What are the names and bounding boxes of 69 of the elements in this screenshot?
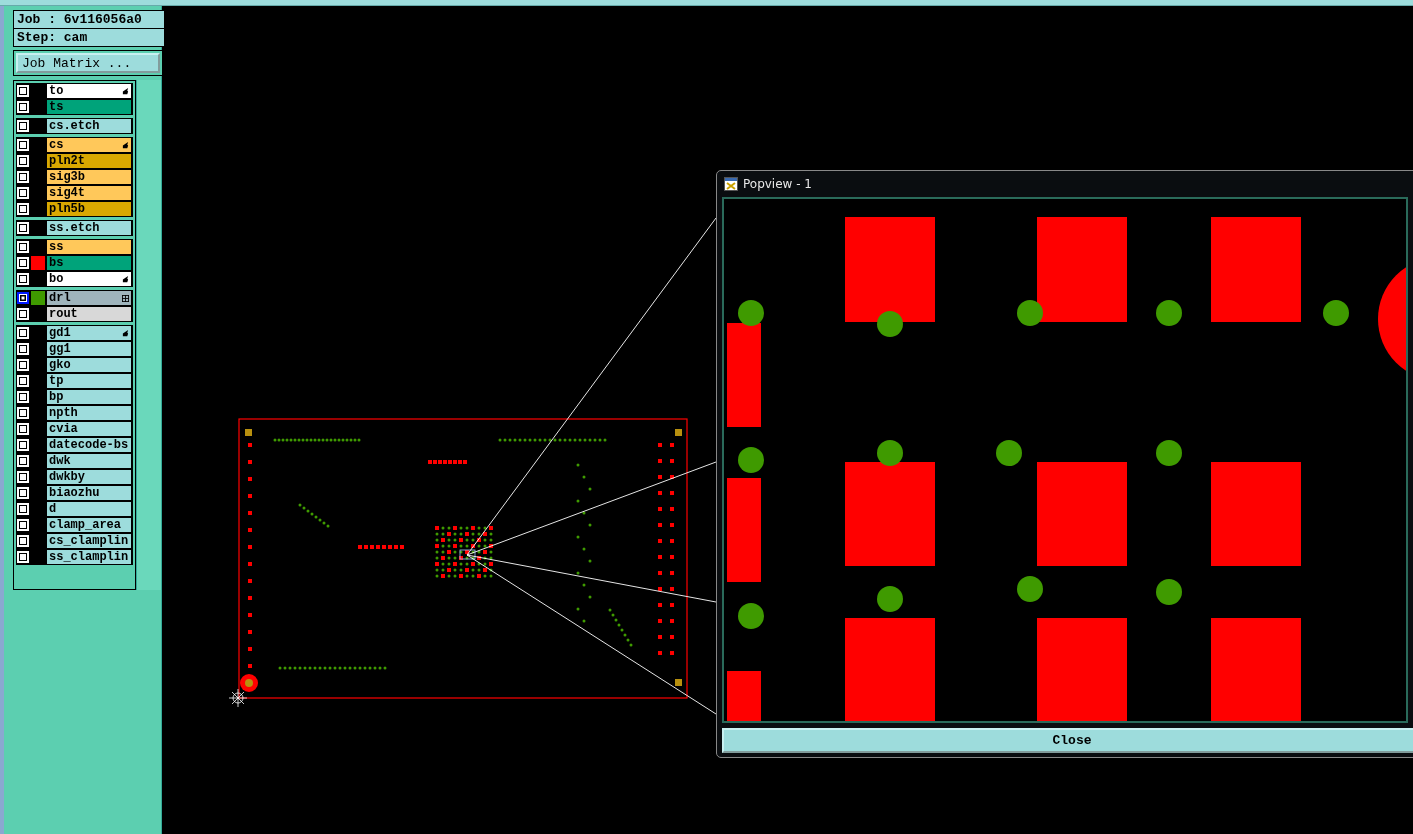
step-name: Step: cam <box>14 29 164 46</box>
layer-checkbox[interactable] <box>19 141 27 149</box>
pointing-hand-icon <box>122 142 130 149</box>
layer-name[interactable]: tp <box>47 374 131 388</box>
pointing-hand-icon <box>122 330 130 337</box>
layer-name[interactable]: gg1 <box>47 342 131 356</box>
layer-name[interactable]: to <box>47 84 131 98</box>
layer-checkbox[interactable] <box>19 87 27 95</box>
layer-name[interactable]: npth <box>47 406 131 420</box>
job-matrix-button[interactable]: Job Matrix ... <box>16 53 160 73</box>
layer-checkbox[interactable] <box>19 243 27 251</box>
grid-icon <box>122 295 130 302</box>
layer-name[interactable]: rout <box>47 307 131 321</box>
layer-name[interactable]: bp <box>47 390 131 404</box>
pointing-hand-icon <box>122 276 130 283</box>
layer-checkbox[interactable] <box>19 310 27 318</box>
layer-name[interactable]: biaozhu <box>47 486 131 500</box>
layer-name[interactable]: cs_clamplin <box>47 534 131 548</box>
layer-checkbox[interactable] <box>19 425 27 433</box>
layer-checkbox[interactable] <box>19 473 27 481</box>
layer-checkbox[interactable] <box>19 205 27 213</box>
layer-checkbox[interactable] <box>19 505 27 513</box>
layer-name[interactable]: ss_clamplin <box>47 550 131 564</box>
layer-checkbox[interactable] <box>19 457 27 465</box>
layer-checkbox[interactable] <box>17 292 29 304</box>
layer-checkbox[interactable] <box>19 122 27 130</box>
layer-name[interactable]: dwk <box>47 454 131 468</box>
layer-checkbox[interactable] <box>19 173 27 181</box>
window-icon <box>724 176 738 191</box>
layer-name[interactable]: drl <box>47 291 131 305</box>
layer-name[interactable]: ts <box>47 100 131 114</box>
layer-checkbox[interactable] <box>19 409 27 417</box>
job-name: Job : 6v116056a0 <box>14 11 164 28</box>
close-button[interactable]: Close <box>722 728 1413 753</box>
layer-checkbox[interactable] <box>19 259 27 267</box>
layer-name[interactable]: sig4t <box>47 186 131 200</box>
layer-name[interactable]: datecode-bs <box>47 438 131 452</box>
layer-name[interactable]: d <box>47 502 131 516</box>
layer-checkbox[interactable] <box>19 157 27 165</box>
layer-name[interactable]: pln5b <box>47 202 131 216</box>
layer-name[interactable]: bo <box>47 272 131 286</box>
layer-name[interactable]: clamp_area <box>47 518 131 532</box>
layer-name[interactable]: sig3b <box>47 170 131 184</box>
layer-name[interactable]: pln2t <box>47 154 131 168</box>
layer-checkbox[interactable] <box>19 361 27 369</box>
layer-name[interactable]: cvia <box>47 422 131 436</box>
layer-name[interactable]: ss <box>47 240 131 254</box>
layer-checkbox[interactable] <box>19 441 27 449</box>
layer-checkbox[interactable] <box>19 345 27 353</box>
layer-name[interactable]: ss.etch <box>47 221 131 235</box>
layer-checkbox[interactable] <box>19 103 27 111</box>
layer-checkbox[interactable] <box>19 189 27 197</box>
pointing-hand-icon <box>122 88 130 95</box>
layer-checkbox[interactable] <box>19 537 27 545</box>
layer-name[interactable]: gd1 <box>47 326 131 340</box>
layer-name[interactable]: cs <box>47 138 131 152</box>
layer-checkbox[interactable] <box>19 393 27 401</box>
layer-name[interactable]: bs <box>47 256 131 270</box>
layer-checkbox[interactable] <box>19 489 27 497</box>
layer-checkbox[interactable] <box>19 553 27 561</box>
layer-name[interactable]: gko <box>47 358 131 372</box>
layer-checkbox[interactable] <box>19 329 27 337</box>
layer-checkbox[interactable] <box>19 275 27 283</box>
layer-checkbox[interactable] <box>19 377 27 385</box>
layer-checkbox[interactable] <box>19 224 27 232</box>
layer-checkbox[interactable] <box>19 521 27 529</box>
layer-name[interactable]: cs.etch <box>47 119 131 133</box>
window-title: Popview - 1 <box>743 176 812 191</box>
layer-name[interactable]: dwkby <box>47 470 131 484</box>
